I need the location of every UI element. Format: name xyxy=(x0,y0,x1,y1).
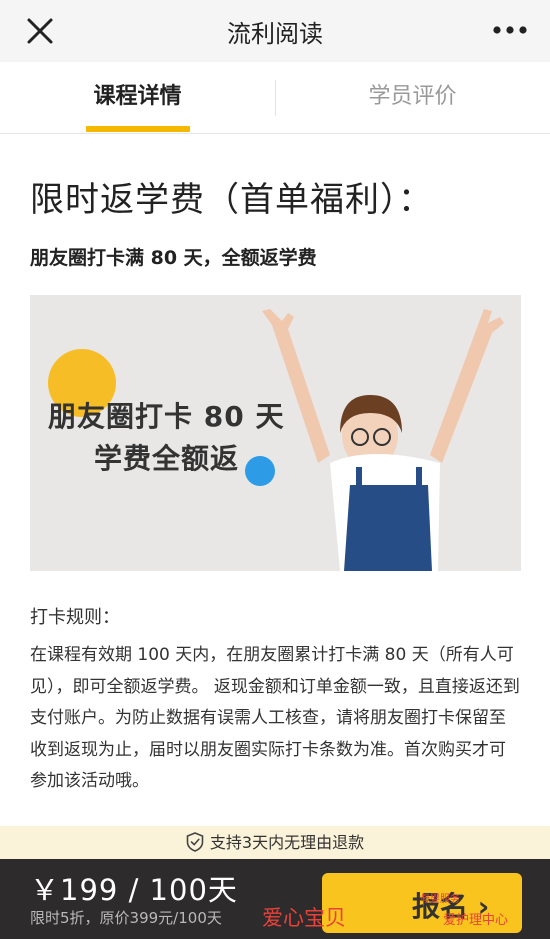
refund-notice-text: 支持3天内无理由退款 xyxy=(209,833,365,852)
promo-banner-image: 朋友圈打卡 80 天 学费全额返 xyxy=(30,295,521,571)
watermark-subtext: 母婴服务 xyxy=(420,894,460,905)
tab-course-details[interactable]: 课程详情 xyxy=(0,62,275,134)
active-tab-indicator xyxy=(86,126,190,132)
refund-notice-bar: 支持3天内无理由退款 xyxy=(0,826,550,859)
original-price-note: 限时5折，原价399元/100天 xyxy=(30,909,222,927)
title-bar: 流利阅读 xyxy=(0,0,550,62)
watermark-text-right: 爱护理中心 xyxy=(443,913,509,928)
banner-text-line2: 学费全额返 xyxy=(94,442,240,475)
promo-subhead: 朋友圈打卡满 80 天，全额返学费 xyxy=(30,247,317,269)
price: ￥199 / 100天 xyxy=(30,873,238,907)
tab-student-reviews[interactable]: 学员评价 xyxy=(275,62,550,134)
rules-body: 在课程有效期 100 天内，在朋友圈累计打卡满 80 天（所有人可见），即可全额… xyxy=(30,645,520,791)
tab-bar: 课程详情 学员评价 xyxy=(0,62,550,134)
watermark-text: 爱心宝贝 xyxy=(262,906,346,930)
banner-text-line1: 朋友圈打卡 80 天 xyxy=(48,400,285,433)
page-title: 流利阅读 xyxy=(227,20,323,48)
refund-notice: 支持3天内无理由退款 xyxy=(0,826,550,859)
more-icon[interactable] xyxy=(492,24,528,36)
rules-title: 打卡规则： xyxy=(30,607,120,628)
promo-headline: 限时返学费（首单福利）： xyxy=(30,180,433,220)
shield-check-icon xyxy=(186,832,204,852)
